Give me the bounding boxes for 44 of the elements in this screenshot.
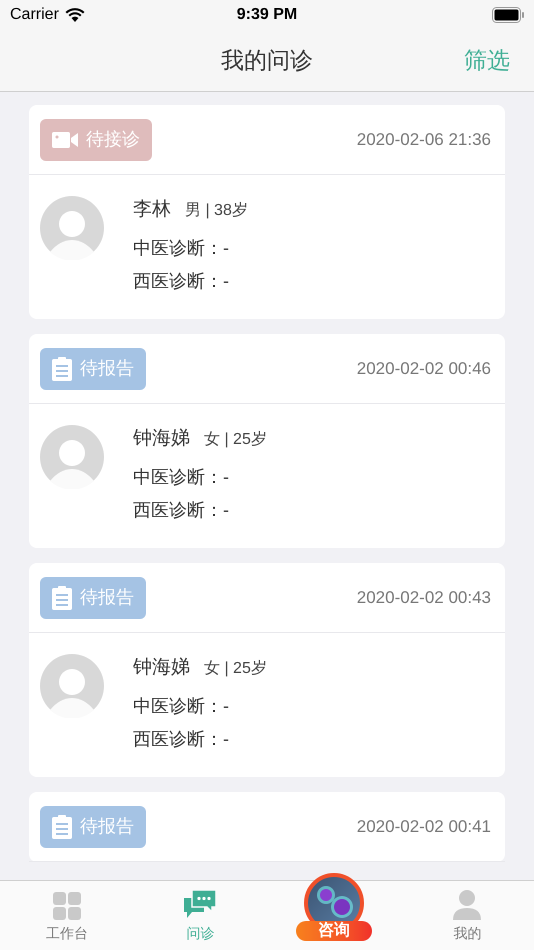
- battery-icon: [492, 7, 524, 23]
- status-badge: 待报告: [40, 576, 146, 618]
- clock-time: 9:39 PM: [236, 5, 298, 25]
- grid-icon: [52, 892, 81, 920]
- tcm-diagnosis: 中医诊断：-: [133, 236, 230, 260]
- tab-item[interactable]: 工作台: [0, 881, 134, 950]
- consultation-card[interactable]: 待报告 2020-02-02 00:43 钟海娣 女 | 25岁 中医诊断：- 西医诊断：-: [29, 563, 505, 777]
- person-icon: [453, 890, 482, 920]
- patient-info: 女 | 25岁: [204, 659, 267, 679]
- consultation-time: 2020-02-06 21:36: [356, 128, 491, 151]
- western-diagnosis: 西医诊断：-: [133, 728, 230, 750]
- avatar-icon: [40, 654, 104, 718]
- consult-tab[interactable]: 咨询: [267, 873, 400, 949]
- patient-name: 李林: [133, 198, 171, 222]
- consultation-time: 2020-02-02 00:41: [356, 816, 491, 838]
- patient-name: 钟海娣: [133, 427, 190, 451]
- wifi-icon: [64, 8, 85, 22]
- avatar-icon: [40, 425, 104, 489]
- tcm-diagnosis: 中医诊断：-: [133, 466, 230, 488]
- patient-info: 女 | 25岁: [204, 430, 267, 450]
- video-camera-icon: [52, 130, 78, 148]
- clipboard-icon: [52, 356, 72, 380]
- western-diagnosis: 西医诊断：-: [133, 270, 230, 292]
- consultation-card[interactable]: 待报告 2020-02-02 00:41: [29, 792, 505, 862]
- status-badge: 待报告: [40, 348, 146, 390]
- page-title: 我的问诊: [221, 46, 313, 76]
- status-badge: 待接诊: [40, 118, 152, 160]
- consultation-card[interactable]: 待接诊 2020-02-06 21:36 李林 男 | 38岁 中医诊断：- 西医诊断：-: [29, 105, 505, 319]
- filter-button[interactable]: 筛选: [464, 43, 510, 78]
- consultation-time: 2020-02-02 00:46: [356, 358, 491, 380]
- carrier-label: Carrier: [10, 5, 59, 25]
- tcm-diagnosis: 中医诊断：-: [133, 694, 230, 718]
- avatar-icon: [40, 196, 104, 260]
- chat-bubbles-icon: [184, 890, 216, 920]
- consultation-card[interactable]: 待报告 2020-02-02 00:46 钟海娣 女 | 25岁 中医诊断：- 西医诊断：-: [29, 334, 505, 548]
- status-badge: 待报告: [40, 806, 146, 848]
- tab-item[interactable]: 问诊: [134, 881, 267, 950]
- patient-name: 钟海娣: [133, 656, 190, 680]
- consultation-time: 2020-02-02 00:43: [356, 586, 491, 609]
- clipboard-icon: [52, 814, 72, 838]
- tab-item[interactable]: 我的: [400, 881, 534, 950]
- patient-info: 男 | 38岁: [185, 201, 248, 221]
- clipboard-icon: [52, 586, 72, 610]
- western-diagnosis: 西医诊断：-: [133, 498, 230, 522]
